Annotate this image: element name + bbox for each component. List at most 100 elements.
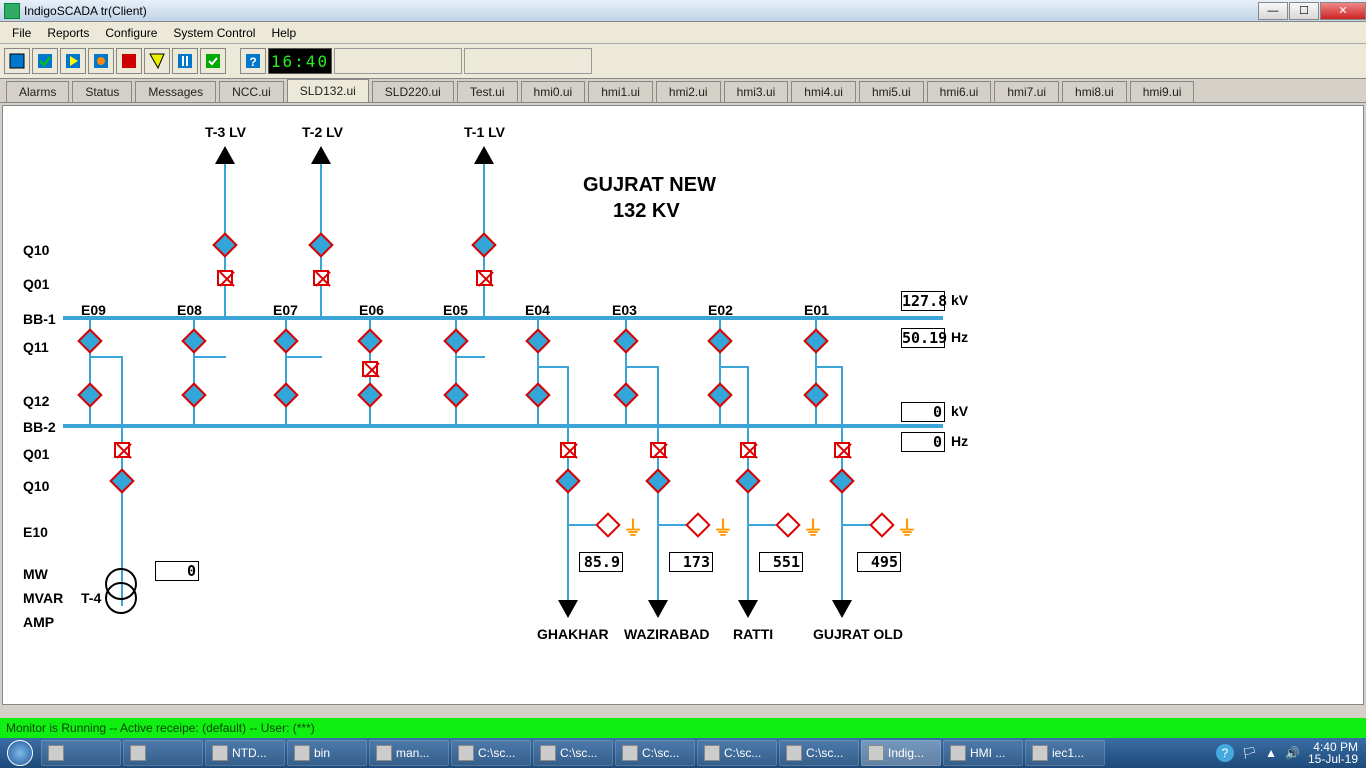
isolator-icon[interactable] (273, 328, 298, 353)
tool-btn-3[interactable] (60, 48, 86, 74)
isolator-icon[interactable] (308, 232, 333, 257)
tool-btn-8[interactable] (200, 48, 226, 74)
menu-system-control[interactable]: System Control (165, 24, 263, 42)
isolator-icon[interactable] (735, 468, 760, 493)
breaker-icon[interactable] (313, 270, 329, 286)
tab-messages[interactable]: Messages (135, 81, 216, 102)
isolator-icon[interactable] (443, 328, 468, 353)
tab-hmi6[interactable]: hmi6.ui (927, 81, 992, 102)
breaker-icon[interactable] (217, 270, 233, 286)
tab-status[interactable]: Status (72, 81, 132, 102)
tab-sld220[interactable]: SLD220.ui (372, 81, 454, 102)
tab-hmi8[interactable]: hmi8.ui (1062, 81, 1127, 102)
breaker-icon[interactable] (560, 442, 576, 458)
help-tray-icon[interactable]: ? (1216, 744, 1234, 762)
isolator-icon[interactable] (525, 328, 550, 353)
volume-icon[interactable]: 🔊 (1285, 746, 1300, 760)
minimize-button[interactable]: — (1258, 2, 1288, 20)
isolator-icon[interactable] (357, 382, 382, 407)
breaker-icon[interactable] (476, 270, 492, 286)
isolator-icon[interactable] (471, 232, 496, 257)
isolator-icon[interactable] (803, 382, 828, 407)
tab-hmi1[interactable]: hmi1.ui (588, 81, 653, 102)
breaker-icon[interactable] (362, 361, 378, 377)
flag-icon[interactable]: 🏳 (1242, 746, 1257, 760)
isolator-icon[interactable] (645, 468, 670, 493)
isolator-icon[interactable] (357, 328, 382, 353)
breaker-icon[interactable] (834, 442, 850, 458)
chevron-up-icon[interactable]: ▲ (1265, 746, 1277, 760)
tab-hmi3[interactable]: hmi3.ui (724, 81, 789, 102)
tool-btn-7[interactable] (172, 48, 198, 74)
task-calc[interactable] (123, 740, 203, 766)
isolator-icon[interactable] (77, 328, 102, 353)
menu-configure[interactable]: Configure (97, 24, 165, 42)
task-iec[interactable]: iec1... (1025, 740, 1105, 766)
lbl-e10: E10 (23, 524, 48, 540)
tool-btn-2[interactable] (32, 48, 58, 74)
tab-hmi0[interactable]: hmi0.ui (521, 81, 586, 102)
bay-e04: E04 (525, 302, 550, 318)
tool-btn-5[interactable] (116, 48, 142, 74)
isolator-icon[interactable] (707, 382, 732, 407)
isolator-icon[interactable] (181, 328, 206, 353)
tab-hmi7[interactable]: hmi7.ui (994, 81, 1059, 102)
close-button[interactable]: ✕ (1320, 2, 1366, 20)
breaker-icon[interactable] (114, 442, 130, 458)
task-ntd[interactable]: NTD... (205, 740, 285, 766)
tab-hmi5[interactable]: hmi5.ui (859, 81, 924, 102)
isolator-icon[interactable] (525, 382, 550, 407)
task-hmi[interactable]: HMI ... (943, 740, 1023, 766)
lbl-q01b: Q01 (23, 446, 49, 462)
tab-test[interactable]: Test.ui (457, 81, 518, 102)
task-man[interactable]: man... (369, 740, 449, 766)
help-button[interactable]: ? (240, 48, 266, 74)
isolator-icon[interactable] (273, 382, 298, 407)
tab-ncc[interactable]: NCC.ui (219, 81, 284, 102)
tool-btn-4[interactable] (88, 48, 114, 74)
tray-clock[interactable]: 4:40 PM 15-Jul-19 (1308, 741, 1358, 765)
task-ie[interactable] (41, 740, 121, 766)
isolator-icon[interactable] (613, 328, 638, 353)
menu-help[interactable]: Help (263, 24, 304, 42)
tool-btn-1[interactable] (4, 48, 30, 74)
task-cmd4[interactable]: C:\sc... (697, 740, 777, 766)
earth-switch-icon[interactable] (775, 512, 800, 537)
earth-switch-icon[interactable] (685, 512, 710, 537)
feeder-name-wazirabad: WAZIRABAD (624, 626, 710, 642)
isolator-icon[interactable] (443, 382, 468, 407)
isolator-icon[interactable] (77, 382, 102, 407)
isolator-icon[interactable] (109, 468, 134, 493)
start-button[interactable] (0, 738, 40, 768)
lbl-q10t: Q10 (23, 242, 49, 258)
toolbar-clock: 16:40 (268, 48, 332, 74)
menu-bar: File Reports Configure System Control He… (0, 22, 1366, 44)
earth-switch-icon[interactable] (869, 512, 894, 537)
isolator-icon[interactable] (212, 232, 237, 257)
breaker-icon[interactable] (740, 442, 756, 458)
isolator-icon[interactable] (613, 382, 638, 407)
isolator-icon[interactable] (707, 328, 732, 353)
tab-sld132[interactable]: SLD132.ui (287, 79, 369, 102)
isolator-icon[interactable] (803, 328, 828, 353)
isolator-icon[interactable] (555, 468, 580, 493)
isolator-icon[interactable] (829, 468, 854, 493)
tab-alarms[interactable]: Alarms (6, 81, 69, 102)
label-t3lv: T-3 LV (205, 124, 246, 140)
isolator-icon[interactable] (181, 382, 206, 407)
task-bin[interactable]: bin (287, 740, 367, 766)
tab-hmi4[interactable]: hmi4.ui (791, 81, 856, 102)
task-cmd2[interactable]: C:\sc... (533, 740, 613, 766)
task-indigo[interactable]: Indig... (861, 740, 941, 766)
tab-hmi9[interactable]: hmi9.ui (1130, 81, 1195, 102)
earth-switch-icon[interactable] (595, 512, 620, 537)
task-cmd3[interactable]: C:\sc... (615, 740, 695, 766)
tool-btn-6[interactable] (144, 48, 170, 74)
task-cmd5[interactable]: C:\sc... (779, 740, 859, 766)
tab-hmi2[interactable]: hmi2.ui (656, 81, 721, 102)
menu-file[interactable]: File (4, 24, 39, 42)
menu-reports[interactable]: Reports (39, 24, 97, 42)
breaker-icon[interactable] (650, 442, 666, 458)
task-cmd1[interactable]: C:\sc... (451, 740, 531, 766)
maximize-button[interactable]: ☐ (1289, 2, 1319, 20)
